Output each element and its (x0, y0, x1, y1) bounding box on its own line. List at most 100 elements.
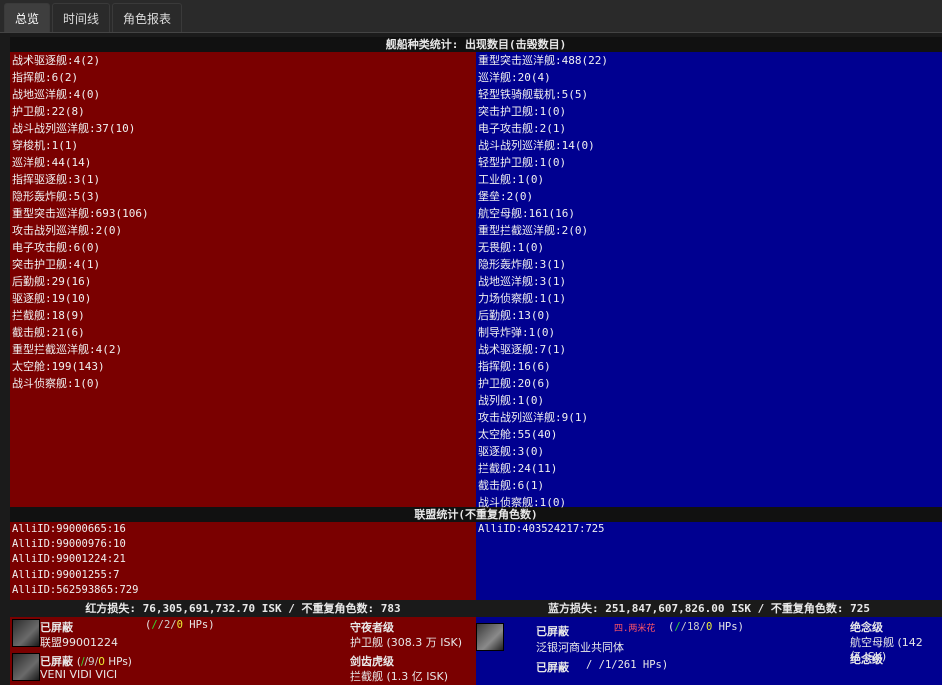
ship-type-row: 无畏舰:1(0) (478, 241, 545, 254)
hp-unit: HPs) (104, 656, 132, 668)
tab-character-report[interactable]: 角色报表 (112, 3, 183, 32)
pilot-corp-tag: 四.两米花 (614, 624, 656, 634)
ship-type-row: 驱逐舰:3(0) (478, 445, 545, 458)
ship-type-row: 指挥舰:6(2) (12, 71, 79, 84)
tab-timeline[interactable]: 时间线 (52, 3, 111, 32)
hp-unit: HPs) (182, 619, 215, 631)
ship-type-row: 战斗战列巡洋舰:37(10) (12, 122, 136, 135)
ship-stats-header: 舰船种类统计: 出现数目(击毁数目) (10, 37, 942, 52)
ship-class[interactable]: 剑齿虎级 (350, 653, 394, 669)
ship-type-row: 巡洋舰:20(4) (478, 71, 551, 84)
ship-type-row: 重型拦截巡洋舰:2(0) (478, 224, 589, 237)
ship-type-row: 战地巡洋舰:4(0) (12, 88, 101, 101)
ship-type-row: 电子攻击舰:2(1) (478, 122, 567, 135)
ship-type-row: 隐形轰炸舰:5(3) (12, 190, 101, 203)
loss-summary-bar: 红方损失: 76,305,691,732.70 ISK / 不重复角色数: 78… (10, 600, 942, 617)
pilot-hp-stats: (//18/0 HPs) (668, 621, 744, 633)
ship-type-row: 轻型铁骑舰载机:5(5) (478, 88, 589, 101)
ship-type-row: 电子攻击舰:6(0) (12, 241, 101, 254)
ship-type-row: 后勤舰:29(16) (12, 275, 92, 288)
blue-ship-list: 重型突击巡洋舰:488(22) 巡洋舰:20(4) 轻型铁骑舰载机:5(5) 突击护卫… (476, 52, 942, 509)
report-panel: 舰船种类统计: 出现数目(击毁数目) 战术驱逐舰:4(2) 指挥舰:6(2) 战地巡… (10, 37, 942, 685)
ship-value: 拦截舰 (1.3 亿 ISK) (350, 670, 449, 683)
alliance-row: AlliID:99001255:7 (12, 568, 120, 581)
ship-type-row: 航空母舰:161(16) (478, 207, 575, 220)
red-pilot-list: 已屏蔽 联盟99001224 (//2/0 HPs) 守夜者级 护卫舰 (308… (10, 617, 476, 685)
blue-loss-summary: 蓝方损失: 251,847,607,826.00 ISK / 不重复角色数: 7… (548, 602, 870, 615)
ship-type-row: 拦截舰:24(11) (478, 462, 558, 475)
pilot-alliance[interactable]: 泛银河商业共同体 (536, 639, 624, 655)
ship-type-row: 巡洋舰:44(14) (12, 156, 92, 169)
ship-type-row: 战列舰:1(0) (478, 394, 545, 407)
pilot-row[interactable]: 已屏蔽 联盟99001224 (//2/0 HPs) 守夜者级 护卫舰 (308… (10, 617, 476, 651)
ship-type-row: 太空舱:199(143) (12, 360, 105, 373)
tab-overview[interactable]: 总览 (4, 3, 51, 32)
pilot-row[interactable]: 已屏蔽 (//9/0 HPs) VENI VIDI VICI 剑齿虎级 拦截舰 … (10, 651, 476, 685)
ship-type-row: 制导炸弹:1(0) (478, 326, 556, 339)
pilot-name[interactable]: 已屏蔽 (40, 619, 73, 635)
ship-type-row: 拦截舰:18(9) (12, 309, 85, 322)
ship-type-row: 力场侦察舰:1(1) (478, 292, 567, 305)
alliance-row: AlliID:99000665:16 (12, 523, 126, 535)
pilot-alliance[interactable]: VENI VIDI VICI (40, 668, 117, 681)
ship-type-row: 护卫舰:20(6) (478, 377, 551, 390)
ship-type-row: 截击舰:6(1) (478, 479, 545, 492)
ship-class[interactable]: 守夜者级 (350, 619, 394, 635)
ship-type-row: 驱逐舰:19(10) (12, 292, 92, 305)
ship-type-row: 指挥舰:16(6) (478, 360, 551, 373)
ship-type-row: 轻型护卫舰:1(0) (478, 156, 567, 169)
ship-type-row: 后勤舰:13(0) (478, 309, 551, 322)
ship-type-row: 战斗侦察舰:1(0) (478, 496, 567, 509)
red-alliance-list: AlliID:99000665:16 AlliID:99000976:10 Alli… (10, 522, 476, 600)
ship-type-row: 截击舰:21(6) (12, 326, 85, 339)
pilot-hp-stats: (//2/0 HPs) (145, 619, 215, 631)
hp-unit: HPs) (712, 621, 744, 633)
ship-type-row: 重型拦截巡洋舰:4(2) (12, 343, 123, 356)
ship-type-row: 太空舱:55(40) (478, 428, 558, 441)
ship-type-row: 指挥驱逐舰:3(1) (12, 173, 101, 186)
ship-type-row: 突击护卫舰:1(0) (478, 105, 567, 118)
ship-type-row: 突击护卫舰:4(1) (12, 258, 101, 271)
ship-type-row: 战术驱逐舰:4(2) (12, 54, 101, 67)
pilot-alliance[interactable]: 联盟99001224 (40, 634, 118, 650)
pilot-tag: 四.两米花 (614, 621, 655, 634)
pilot-name[interactable]: 已屏蔽 (536, 659, 569, 675)
avatar[interactable] (476, 623, 504, 651)
avatar[interactable] (12, 619, 40, 647)
pilot-row[interactable]: 已屏蔽 / /1/261 HPs) 绝念级 (476, 653, 942, 685)
ship-type-row: 重型突击巡洋舰:488(22) (478, 54, 608, 67)
alliance-row: AlliID:403524217:725 (478, 523, 605, 535)
red-ship-list: 战术驱逐舰:4(2) 指挥舰:6(2) 战地巡洋舰:4(0) 护卫舰:22(8) 战斗战… (10, 52, 476, 507)
pilot-name[interactable]: 已屏蔽 (//9/0 HPs) (40, 653, 132, 669)
alliance-row: AlliID:99000976:10 (12, 538, 126, 551)
ship-type-row: 战术驱逐舰:7(1) (478, 343, 567, 356)
red-loss-summary: 红方损失: 76,305,691,732.70 ISK / 不重复角色数: 78… (85, 602, 401, 615)
blue-alliance-list: AlliID:403524217:725 (476, 522, 942, 600)
ship-type-row: 工业舰:1(0) (478, 173, 545, 186)
pilot-name-text[interactable]: 已屏蔽 (40, 655, 73, 668)
ship-type-row: 攻击战列巡洋舰:2(0) (12, 224, 123, 237)
ship-class[interactable]: 绝念级 (850, 651, 883, 667)
ship-type-row: 攻击战列巡洋舰:9(1) (478, 411, 589, 424)
pilot-hp-stats: (//9/0 HPs) (76, 656, 132, 668)
pilot-list: 已屏蔽 联盟99001224 (//2/0 HPs) 守夜者级 护卫舰 (308… (10, 617, 942, 685)
ship-type-row: 护卫舰:22(8) (12, 105, 85, 118)
ship-value: 护卫舰 (308.3 万 ISK) (350, 636, 463, 649)
pilot-name[interactable]: 已屏蔽 (536, 623, 569, 639)
ship-type-row: 重型突击巡洋舰:693(106) (12, 207, 149, 220)
ship-type-row: 战斗侦察舰:1(0) (12, 377, 101, 390)
ship-class[interactable]: 绝念级 (850, 619, 883, 635)
ship-type-row: 穿梭机:1(1) (12, 139, 79, 152)
ship-type-row: 堡垒:2(0) (478, 190, 534, 203)
hp-kills: /18/ (680, 621, 706, 633)
hp-kills: /2/ (157, 619, 177, 631)
hp-kills: /9/ (84, 656, 99, 668)
alliance-row: AlliID:99001224:21 (12, 553, 126, 566)
alliance-row: AlliID:562593865:729 (12, 583, 139, 596)
ship-type-row: 战斗战列巡洋舰:14(0) (478, 139, 595, 152)
pilot-hp-stats: / /1/261 HPs) (586, 659, 669, 671)
ship-type-row: 隐形轰炸舰:3(1) (478, 258, 567, 271)
ship-type-row: 战地巡洋舰:3(1) (478, 275, 567, 288)
tab-bar: 总览 时间线 角色报表 (0, 0, 942, 33)
avatar[interactable] (12, 653, 40, 681)
